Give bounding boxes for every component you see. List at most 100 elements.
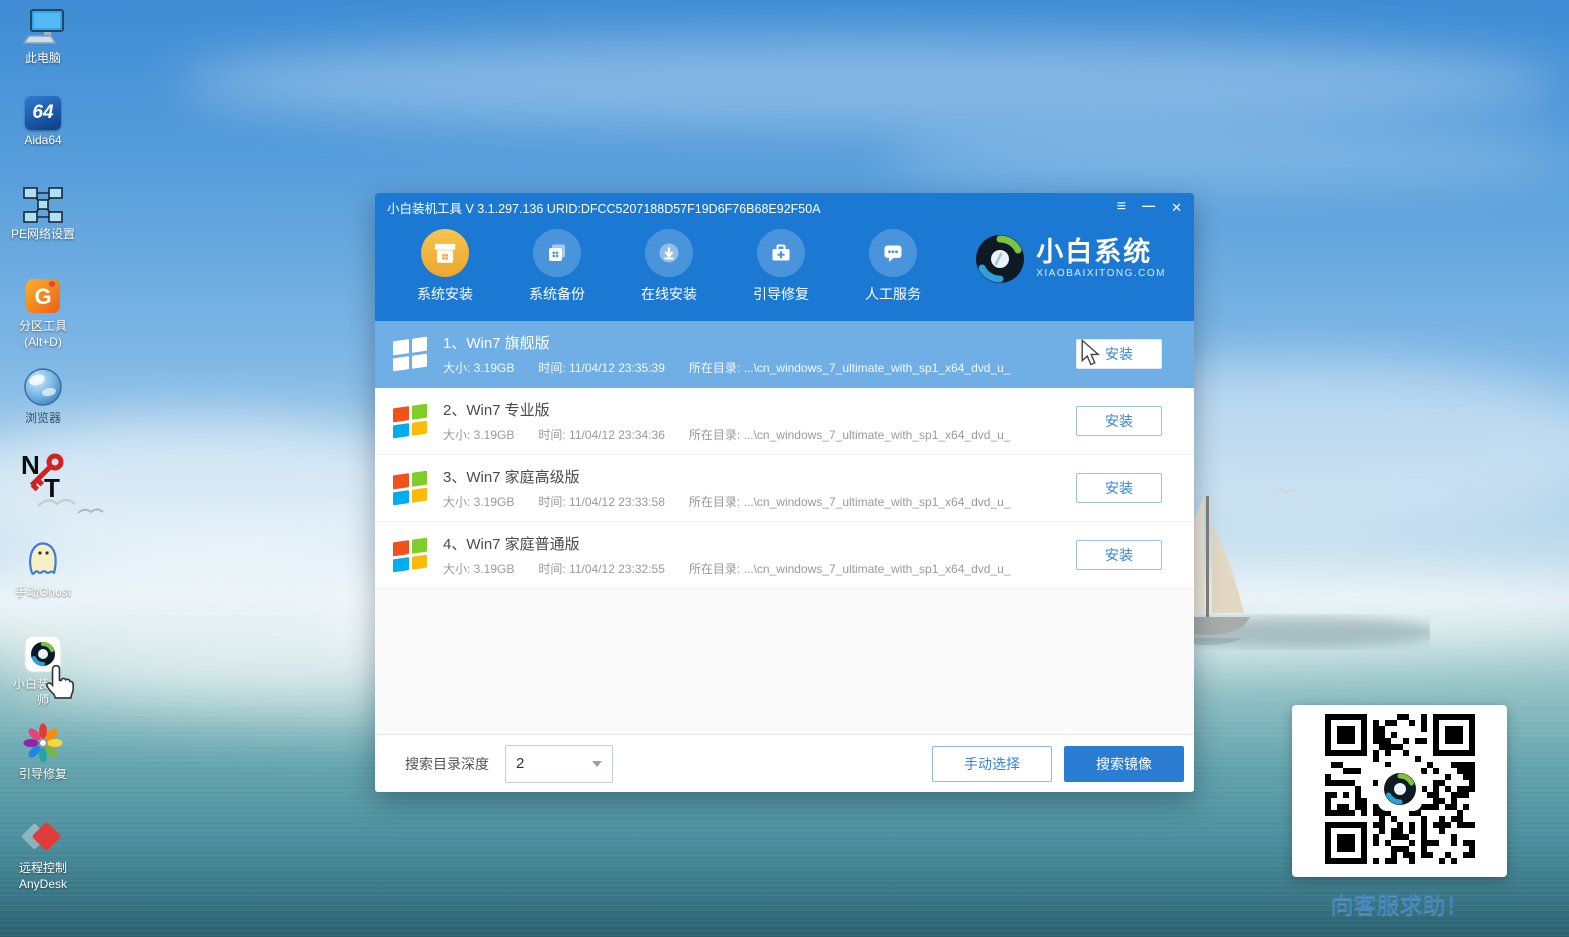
desktop-icon-pe-network[interactable]: PE网络设置: [0, 186, 86, 243]
brand-name: 小白系统: [1036, 238, 1166, 266]
search-depth-select[interactable]: 2: [505, 745, 613, 783]
network-icon: [22, 186, 64, 224]
desktop-icon-label: 手动Ghost: [15, 585, 71, 601]
windows-logo-icon: [393, 538, 427, 573]
svg-text:G: G: [34, 284, 51, 309]
ghost-icon: [21, 540, 65, 582]
svg-text:N: N: [21, 450, 40, 480]
backup-icon: [533, 229, 581, 277]
pinwheel-icon: [22, 722, 64, 764]
brand: 小白系统 XIAOBAIXITONG.COM: [974, 233, 1194, 285]
nt-key-icon: N T: [19, 450, 67, 498]
xiaobai-tool-window: 小白装机工具 V 3.1.297.136 URID:DFCC5207188D57…: [375, 193, 1194, 792]
tab-label: 引导修复: [753, 284, 809, 304]
desktop-icon-nt-password[interactable]: N T: [0, 450, 86, 501]
image-row-win7-professional[interactable]: 2、Win7 专业版 大小: 3.19GB 时间: 11/04/12 23:34…: [375, 388, 1194, 455]
desktop-icon-label: 引导修复: [19, 767, 67, 783]
image-list: 1、Win7 旗舰版 大小: 3.19GB 时间: 11/04/12 23:35…: [375, 321, 1194, 589]
image-size: 大小: 3.19GB: [443, 493, 514, 510]
search-depth-value: 2: [516, 755, 524, 772]
window-toolbar: 系统安装 系统备份: [375, 221, 1194, 321]
install-button[interactable]: 安装: [1076, 406, 1162, 436]
desktop: 此电脑 64 Aida64 PE网络设置 G 分区工具 (Alt+D: [0, 0, 1569, 937]
window-footer: 搜索目录深度 2 手动选择 搜索镜像: [375, 734, 1194, 792]
download-icon: [645, 229, 693, 277]
image-row-win7-home-basic[interactable]: 4、Win7 家庭普通版 大小: 3.19GB 时间: 11/04/12 23:…: [375, 522, 1194, 589]
manual-select-button[interactable]: 手动选择: [932, 746, 1052, 782]
window-titlebar[interactable]: 小白装机工具 V 3.1.297.136 URID:DFCC5207188D57…: [375, 193, 1194, 221]
qr-code: [1325, 714, 1475, 869]
windows-logo-icon: [393, 337, 427, 372]
globe-icon: [22, 366, 64, 408]
close-icon[interactable]: ✕: [1171, 201, 1182, 214]
install-box-icon: [421, 229, 469, 277]
image-time: 时间: 11/04/12 23:32:55: [538, 560, 665, 577]
xiaobai-logo-icon: [23, 634, 63, 674]
image-row-win7-ultimate[interactable]: 1、Win7 旗舰版 大小: 3.19GB 时间: 11/04/12 23:35…: [375, 321, 1194, 388]
image-row-win7-home-premium[interactable]: 3、Win7 家庭高级版 大小: 3.19GB 时间: 11/04/12 23:…: [375, 455, 1194, 522]
image-dir: 所在目录: ...\cn_windows_7_ultimate_with_sp1…: [689, 359, 1011, 376]
windows-logo-icon: [393, 404, 427, 439]
desktop-icon-manual-ghost[interactable]: 手动Ghost: [0, 540, 86, 601]
window-title: 小白装机工具 V 3.1.297.136 URID:DFCC5207188D57…: [387, 198, 821, 217]
desktop-icon-partition-tool[interactable]: G 分区工具 (Alt+D): [0, 276, 86, 350]
chevron-down-icon: [592, 761, 602, 767]
desktop-icon-label: PE网络设置: [11, 227, 75, 243]
diskgenius-icon: G: [23, 276, 63, 316]
search-image-button[interactable]: 搜索镜像: [1064, 746, 1184, 782]
image-dir: 所在目录: ...\cn_windows_7_ultimate_with_sp1…: [689, 426, 1011, 443]
desktop-icon-label: 浏览器: [25, 411, 61, 427]
desktop-icon-boot-repair[interactable]: 引导修复: [0, 722, 86, 783]
image-dir: 所在目录: ...\cn_windows_7_ultimate_with_sp1…: [689, 560, 1011, 577]
tab-label: 在线安装: [641, 284, 697, 304]
install-button[interactable]: 安装: [1076, 473, 1162, 503]
desktop-icon-label: 此电脑: [25, 51, 61, 67]
image-time: 时间: 11/04/12 23:33:58: [538, 493, 665, 510]
tab-boot-repair[interactable]: 引导修复: [725, 229, 837, 304]
desktop-icon-label: 小白装机大 师: [13, 677, 73, 708]
cloud: [180, 36, 1560, 128]
install-button[interactable]: 安装: [1076, 540, 1162, 570]
desktop-icon-browser[interactable]: 浏览器: [0, 366, 86, 427]
tab-label: 系统备份: [529, 284, 585, 304]
desktop-icon-label: 远程控制 AnyDesk: [19, 861, 67, 892]
list-empty-area: [375, 589, 1194, 734]
qr-panel: [1292, 705, 1507, 877]
svg-text:T: T: [44, 473, 60, 498]
menu-icon[interactable]: ≡: [1117, 199, 1126, 215]
search-depth-label: 搜索目录深度: [405, 754, 489, 774]
image-title: 4、Win7 家庭普通版: [443, 533, 1010, 554]
cloud: [880, 128, 1569, 186]
brand-site: XIAOBAIXITONG.COM: [1036, 269, 1166, 280]
toolbox-icon: [757, 229, 805, 277]
image-size: 大小: 3.19GB: [443, 426, 514, 443]
tab-online-install[interactable]: 在线安装: [613, 229, 725, 304]
window-controls: ≡ — ✕: [1117, 199, 1182, 215]
image-title: 3、Win7 家庭高级版: [443, 466, 1010, 487]
qr-caption: 向客服求助！: [1282, 886, 1517, 920]
desktop-icon-xiaobai-installer[interactable]: 小白装机大 师: [0, 634, 86, 708]
desktop-icon-anydesk[interactable]: 远程控制 AnyDesk: [0, 816, 86, 892]
tab-system-install[interactable]: 系统安装: [389, 229, 501, 304]
tab-label: 系统安装: [417, 284, 473, 304]
desktop-icon-label: 分区工具 (Alt+D): [19, 319, 67, 350]
bird-icon: [1268, 482, 1308, 502]
tab-system-backup[interactable]: 系统备份: [501, 229, 613, 304]
image-size: 大小: 3.19GB: [443, 359, 514, 376]
desktop-icon-aida64[interactable]: 64 Aida64: [0, 96, 86, 149]
aida64-icon: 64: [25, 96, 61, 130]
minimize-icon[interactable]: —: [1142, 199, 1155, 212]
chat-icon: [869, 229, 917, 277]
desktop-icon-label: Aida64: [24, 133, 61, 149]
tab-human-service[interactable]: 人工服务: [837, 229, 949, 304]
image-time: 时间: 11/04/12 23:35:39: [538, 359, 665, 376]
desktop-icon-this-pc[interactable]: 此电脑: [0, 8, 86, 67]
install-button[interactable]: 安装: [1076, 339, 1162, 369]
xiaobai-logo-icon: [974, 233, 1026, 285]
image-time: 时间: 11/04/12 23:34:36: [538, 426, 665, 443]
image-dir: 所在目录: ...\cn_windows_7_ultimate_with_sp1…: [689, 493, 1011, 510]
tab-label: 人工服务: [865, 284, 921, 304]
computer-icon: [21, 8, 65, 48]
image-title: 2、Win7 专业版: [443, 399, 1010, 420]
anydesk-icon: [19, 816, 67, 858]
